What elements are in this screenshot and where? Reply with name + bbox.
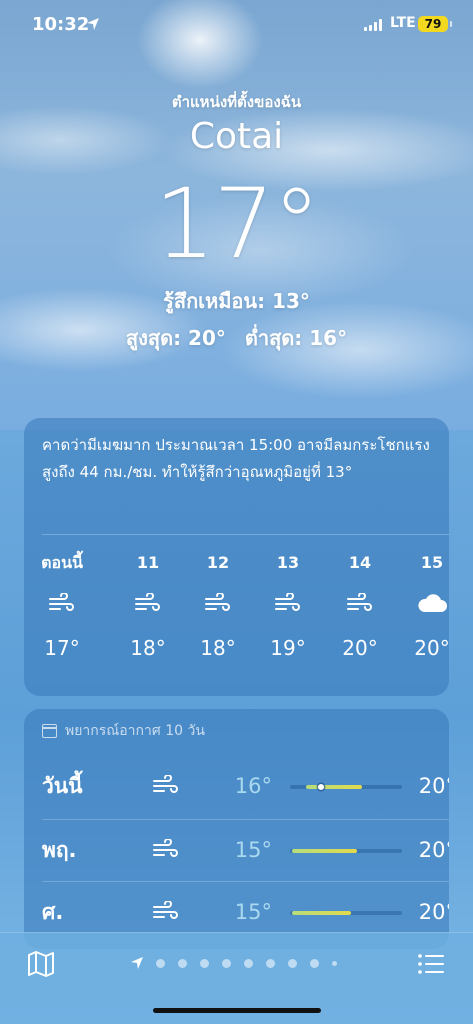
hour-icon-wrap	[32, 578, 92, 628]
wind-icon	[153, 900, 178, 919]
page-dot[interactable]	[178, 958, 187, 968]
list-icon[interactable]	[416, 949, 446, 979]
current-temp-dot	[318, 784, 324, 790]
location-arrow-icon	[131, 957, 143, 969]
ten-day-title: พยากรณ์อากาศ 10 วัน	[65, 723, 205, 739]
card-divider	[42, 534, 449, 535]
map-icon[interactable]	[26, 949, 56, 979]
home-indicator	[153, 1008, 321, 1013]
wind-icon	[153, 838, 178, 857]
hour-label: ตอนนี้	[41, 553, 83, 572]
page-dot[interactable]	[200, 958, 209, 968]
day-icon-wrap	[152, 838, 180, 863]
hour-icon-wrap	[402, 578, 449, 628]
page-dot[interactable]	[244, 958, 253, 968]
feels-like: รู้สึกเหมือน: 13°	[163, 289, 310, 313]
hourly-item: ตอนนี้ 17°	[32, 548, 92, 668]
temp-range-fill	[306, 785, 362, 789]
city-name: Cotai	[189, 116, 284, 157]
day-name: พฤ.	[42, 838, 77, 862]
page-dot[interactable]	[156, 958, 165, 968]
hour-icon-wrap	[118, 578, 178, 628]
hour-temp: 20°	[342, 636, 378, 660]
page-dot[interactable]	[222, 958, 231, 968]
page-dot[interactable]	[266, 958, 275, 968]
day-high-temp: 20°	[418, 838, 449, 862]
day-name: วันนี้	[42, 774, 83, 798]
page-dot[interactable]	[288, 958, 297, 968]
hour-icon-wrap	[188, 578, 248, 628]
day-low-temp: 16°	[234, 774, 272, 798]
day-low-temp: 15°	[234, 838, 272, 862]
temp-range-bar	[290, 784, 402, 790]
status-time: 10:32	[32, 14, 90, 35]
hour-label: 11	[136, 553, 160, 572]
wind-icon	[135, 593, 160, 611]
day-icon-wrap	[152, 774, 180, 799]
wind-icon	[49, 593, 74, 611]
cloud-icon	[418, 594, 447, 612]
location-label: ตำแหน่งที่ตั้งของฉัน	[171, 93, 302, 111]
day-row[interactable]: พฤ. 15° 20°	[42, 819, 449, 881]
day-icon-wrap	[152, 900, 180, 925]
network-type: LTE	[390, 15, 416, 31]
hour-label: 12	[206, 553, 230, 572]
hourly-item: 15 20°	[402, 548, 449, 668]
wind-icon	[347, 593, 372, 611]
temp-range-bar	[290, 911, 402, 915]
hour-temp: 18°	[200, 636, 236, 660]
hour-icon-wrap	[258, 578, 318, 628]
location-arrow-icon	[87, 18, 99, 30]
status-bar: 10:32 LTE 79	[0, 0, 473, 52]
hourly-item: 14 20°	[330, 548, 390, 668]
bottom-toolbar	[0, 932, 473, 1024]
hourly-item: 12 18°	[188, 548, 248, 668]
wind-icon	[153, 774, 178, 793]
page-dot[interactable]	[332, 960, 337, 966]
hour-label: 14	[348, 553, 372, 572]
hour-temp: 18°	[130, 636, 166, 660]
wind-icon	[275, 593, 300, 611]
low-temp: ต่ำสุด: 16°	[244, 326, 348, 350]
hourly-item: 13 19°	[258, 548, 318, 668]
day-high-temp: 20°	[418, 774, 449, 798]
hour-label: 15	[420, 553, 444, 572]
temp-range-fill	[292, 849, 357, 853]
hourly-forecast-card[interactable]: คาดว่ามีเมฆมาก ประมาณเวลา 15:00 อาจมีลมก…	[24, 418, 449, 696]
wind-icon	[205, 593, 230, 611]
calendar-icon	[42, 724, 57, 738]
hour-temp: 20°	[414, 636, 449, 660]
high-temp: สูงสุด: 20°	[125, 326, 226, 350]
ten-day-header: พยากรณ์อากาศ 10 วัน	[42, 721, 205, 741]
ten-day-forecast-card[interactable]: พยากรณ์อากาศ 10 วัน วันนี้ 16° 20° พฤ. 15° 20…	[24, 709, 449, 949]
page-indicator[interactable]	[130, 953, 350, 973]
hourly-item: 11 18°	[118, 548, 178, 668]
hour-temp: 17°	[44, 636, 80, 660]
hour-temp: 19°	[270, 636, 306, 660]
temp-range-bar	[290, 849, 402, 853]
temp-range-fill	[292, 911, 351, 915]
hour-label: 13	[276, 553, 300, 572]
signal-strength-icon	[364, 19, 384, 31]
forecast-summary: คาดว่ามีเมฆมาก ประมาณเวลา 15:00 อาจมีลมก…	[42, 436, 430, 481]
high-low: สูงสุด: 20° ต่ำสุด: 16°	[0, 322, 473, 354]
battery-icon: 79	[418, 16, 452, 32]
day-row[interactable]: วันนี้ 16° 20°	[42, 755, 449, 817]
page-dot[interactable]	[310, 958, 319, 968]
current-temperature: 17°	[154, 168, 320, 280]
hour-icon-wrap	[330, 578, 390, 628]
